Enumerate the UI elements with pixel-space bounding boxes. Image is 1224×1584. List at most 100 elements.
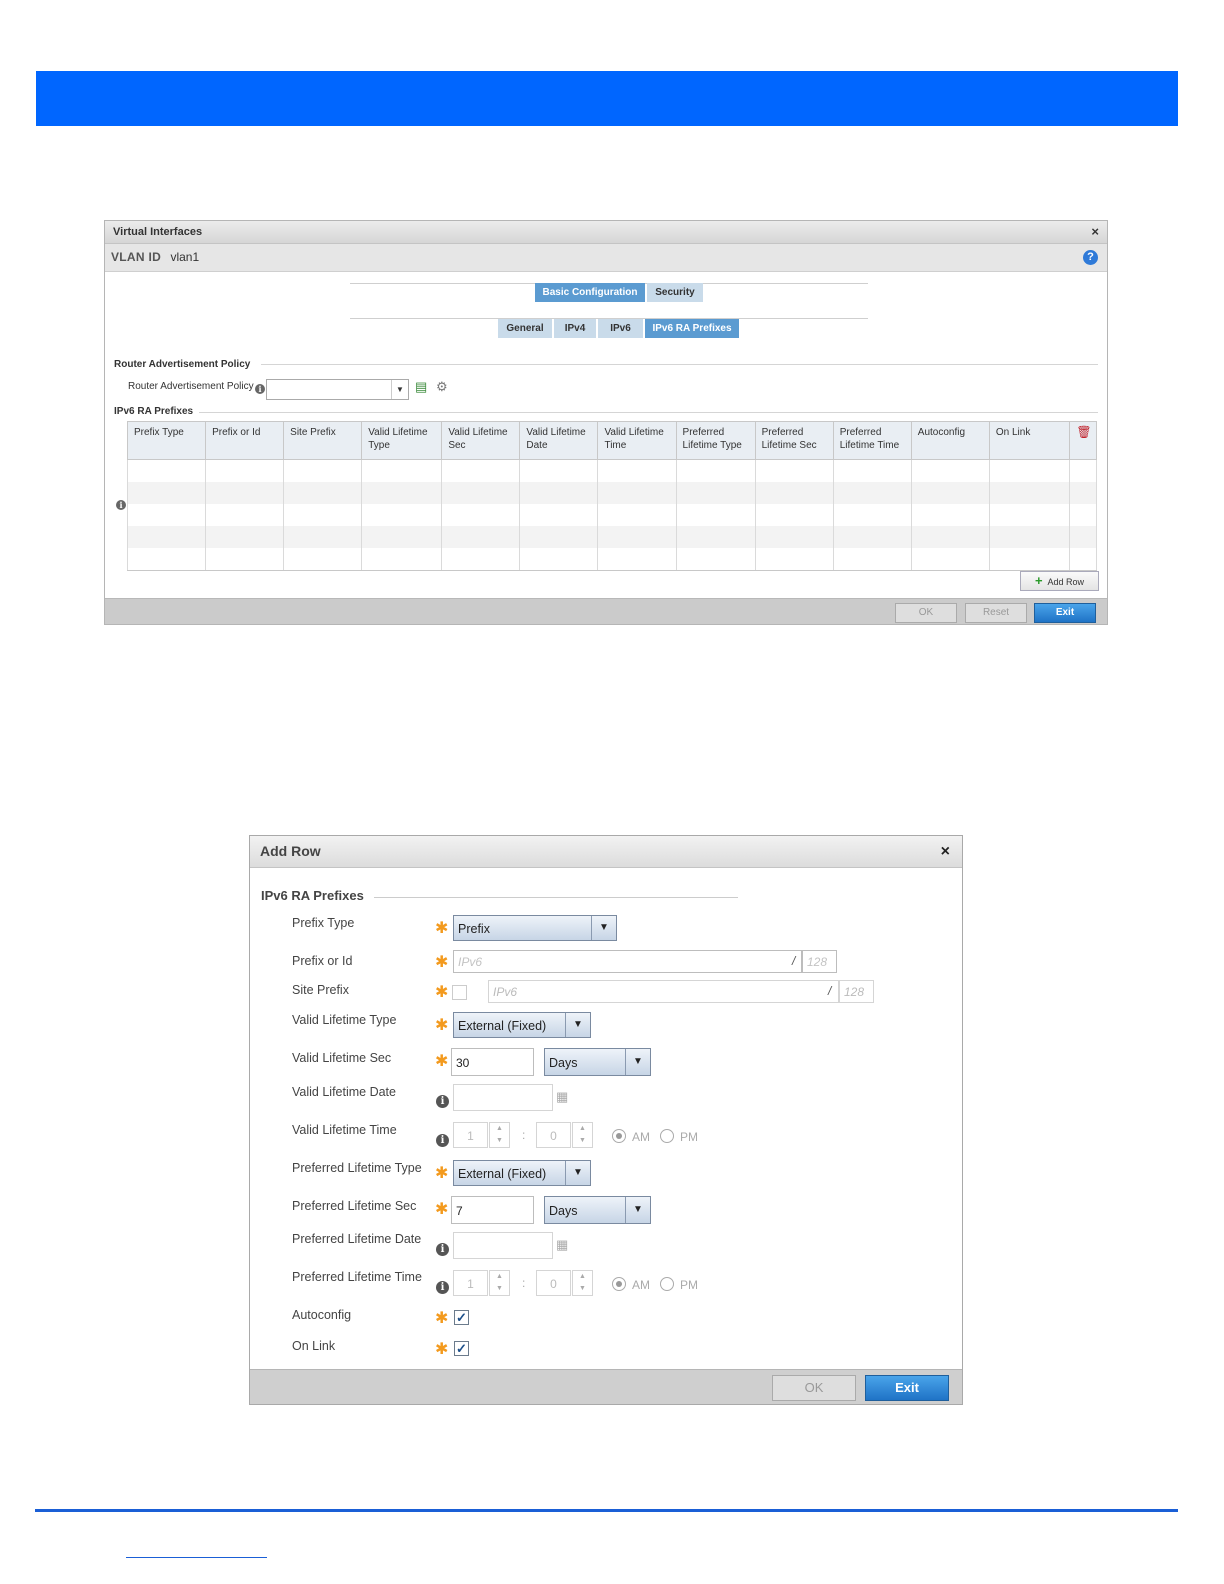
tab-basic-configuration[interactable]: Basic Configuration xyxy=(535,283,645,302)
section-title: IPv6 RA Prefixes xyxy=(261,888,364,903)
valid-lifetime-date-input[interactable] xyxy=(453,1084,553,1111)
valid-lifetime-sec-label: Valid Lifetime Sec xyxy=(292,1051,392,1065)
pm-radio[interactable] xyxy=(660,1277,674,1291)
tab-ipv6[interactable]: IPv6 xyxy=(598,319,643,338)
rap-field-label: Router Advertisement Policy xyxy=(128,381,254,392)
info-icon: i xyxy=(255,384,265,394)
column-header[interactable]: Valid Lifetime Time xyxy=(597,421,677,460)
am-label: AM xyxy=(632,1278,650,1292)
column-header[interactable]: Autoconfig xyxy=(910,421,990,460)
window-title: Virtual Interfaces xyxy=(113,226,203,238)
trash-icon[interactable]: 🗑 xyxy=(1076,425,1091,439)
info-icon: i xyxy=(436,1130,449,1148)
window-titlebar: Virtual Interfaces × xyxy=(105,221,1107,244)
prefix-or-id-label: Prefix or Id xyxy=(292,954,353,968)
minute-value: 0 xyxy=(536,1122,571,1148)
preferred-lifetime-hour-stepper[interactable]: 1 ▲ ▼ xyxy=(453,1270,510,1296)
column-header[interactable]: Site Prefix xyxy=(283,421,363,460)
help-icon[interactable]: ? xyxy=(1083,250,1098,265)
stepper-arrows-icon[interactable]: ▲ ▼ xyxy=(572,1122,593,1148)
exit-button[interactable]: Exit xyxy=(865,1375,949,1401)
on-link-checkbox[interactable]: ✓ xyxy=(454,1341,469,1356)
autoconfig-label: Autoconfig xyxy=(292,1308,352,1322)
virtual-interfaces-window: Virtual Interfaces × VLAN ID vlan1 ? Bas… xyxy=(104,220,1108,625)
prefix-type-select[interactable]: Prefix ▼ xyxy=(453,915,617,941)
time-separator: : xyxy=(522,1128,526,1142)
column-header[interactable]: Prefix or Id xyxy=(205,421,285,460)
vlan-label: VLAN ID xyxy=(111,250,162,264)
chevron-down-icon: ▼ xyxy=(625,1197,650,1223)
vlan-header: VLAN ID vlan1 ? xyxy=(105,244,1107,272)
column-header[interactable]: Prefix Type xyxy=(126,421,207,460)
autoconfig-checkbox[interactable]: ✓ xyxy=(454,1310,469,1325)
vlan-value: vlan1 xyxy=(170,250,200,264)
valid-lifetime-sec-input[interactable]: 30 xyxy=(451,1048,534,1076)
preferred-lifetime-type-select[interactable]: External (Fixed) ▼ xyxy=(453,1160,591,1186)
slash-separator: / xyxy=(792,954,796,968)
gear-icon[interactable]: ⚙ xyxy=(436,379,448,395)
pm-radio[interactable] xyxy=(660,1129,674,1143)
close-icon[interactable]: × xyxy=(1091,221,1099,243)
am-radio[interactable] xyxy=(612,1277,626,1291)
prefix-type-value: Prefix xyxy=(458,922,490,936)
preferred-lifetime-unit-value: Days xyxy=(549,1204,578,1218)
tab-general[interactable]: General xyxy=(498,319,552,338)
valid-lifetime-unit-select[interactable]: Days ▼ xyxy=(544,1048,651,1076)
chevron-down-icon: ▼ xyxy=(591,916,616,940)
add-row-button[interactable]: + Add Row xyxy=(1020,571,1099,591)
delete-column-header[interactable]: 🗑 xyxy=(1068,421,1098,460)
table-header-row: Prefix Type Prefix or Id Site Prefix Val… xyxy=(126,421,1098,460)
calendar-icon[interactable]: ▦ xyxy=(556,1237,568,1253)
valid-lifetime-minute-stepper[interactable]: 0 ▲ ▼ xyxy=(536,1122,593,1148)
rap-section-title: Router Advertisement Policy xyxy=(114,359,251,370)
preferred-lifetime-date-input[interactable] xyxy=(453,1232,553,1259)
column-header[interactable]: Valid Lifetime Date xyxy=(519,421,599,460)
column-header[interactable]: Valid Lifetime Sec xyxy=(441,421,521,460)
required-star-icon: ✱ xyxy=(435,984,449,1001)
chevron-down-icon: ▼ xyxy=(565,1013,590,1037)
time-separator: : xyxy=(522,1276,526,1290)
stepper-arrows-icon[interactable]: ▲ ▼ xyxy=(572,1270,593,1296)
valid-lifetime-date-label: Valid Lifetime Date xyxy=(292,1085,396,1099)
column-header[interactable]: Preferred Lifetime Time xyxy=(832,421,912,460)
valid-lifetime-unit-value: Days xyxy=(549,1056,578,1070)
stepper-arrows-icon[interactable]: ▲ ▼ xyxy=(489,1122,510,1148)
table-row xyxy=(126,504,1098,526)
prefix-or-id-input[interactable]: IPv6 xyxy=(453,950,802,973)
exit-button[interactable]: Exit xyxy=(1034,603,1096,623)
close-icon[interactable]: × xyxy=(941,836,950,867)
site-prefix-input[interactable]: IPv6 xyxy=(488,980,839,1003)
required-star-icon: ✱ xyxy=(435,1165,449,1182)
preferred-lifetime-minute-stepper[interactable]: 0 ▲ ▼ xyxy=(536,1270,593,1296)
info-icon: i xyxy=(436,1239,449,1257)
preferred-lifetime-unit-select[interactable]: Days ▼ xyxy=(544,1196,651,1224)
reset-button[interactable]: Reset xyxy=(965,603,1027,623)
column-header[interactable]: Valid Lifetime Type xyxy=(361,421,443,460)
footer-link-underline[interactable] xyxy=(126,1557,267,1558)
tab-ipv6-ra-prefixes[interactable]: IPv6 RA Prefixes xyxy=(645,319,739,338)
valid-lifetime-type-select[interactable]: External (Fixed) ▼ xyxy=(453,1012,591,1038)
footer-rule xyxy=(35,1509,1178,1512)
calendar-icon[interactable]: ▦ xyxy=(556,1089,568,1105)
rap-select[interactable]: ▼ xyxy=(266,379,409,400)
site-prefix-mask[interactable]: 128 xyxy=(839,980,874,1003)
ok-button[interactable]: OK xyxy=(895,603,957,623)
create-policy-icon[interactable]: ▤ xyxy=(415,379,427,395)
column-header[interactable]: Preferred Lifetime Type xyxy=(675,421,756,460)
tab-ipv4[interactable]: IPv4 xyxy=(554,319,596,338)
column-header[interactable]: On Link xyxy=(988,421,1070,460)
am-label: AM xyxy=(632,1130,650,1144)
required-star-icon: ✱ xyxy=(435,1310,449,1327)
stepper-arrows-icon[interactable]: ▲ ▼ xyxy=(489,1270,510,1296)
site-prefix-checkbox[interactable] xyxy=(452,985,467,1000)
valid-lifetime-hour-stepper[interactable]: 1 ▲ ▼ xyxy=(453,1122,510,1148)
tab-security[interactable]: Security xyxy=(647,283,703,302)
chevron-down-icon: ▼ xyxy=(391,380,408,399)
ok-button[interactable]: OK xyxy=(772,1375,856,1401)
prefix-or-id-mask[interactable]: 128 xyxy=(802,950,837,973)
am-radio[interactable] xyxy=(612,1129,626,1143)
pm-label: PM xyxy=(680,1130,698,1144)
column-header[interactable]: Preferred Lifetime Sec xyxy=(754,421,834,460)
preferred-lifetime-sec-input[interactable]: 7 xyxy=(451,1196,534,1224)
valid-lifetime-time-label: Valid Lifetime Time xyxy=(292,1123,397,1137)
